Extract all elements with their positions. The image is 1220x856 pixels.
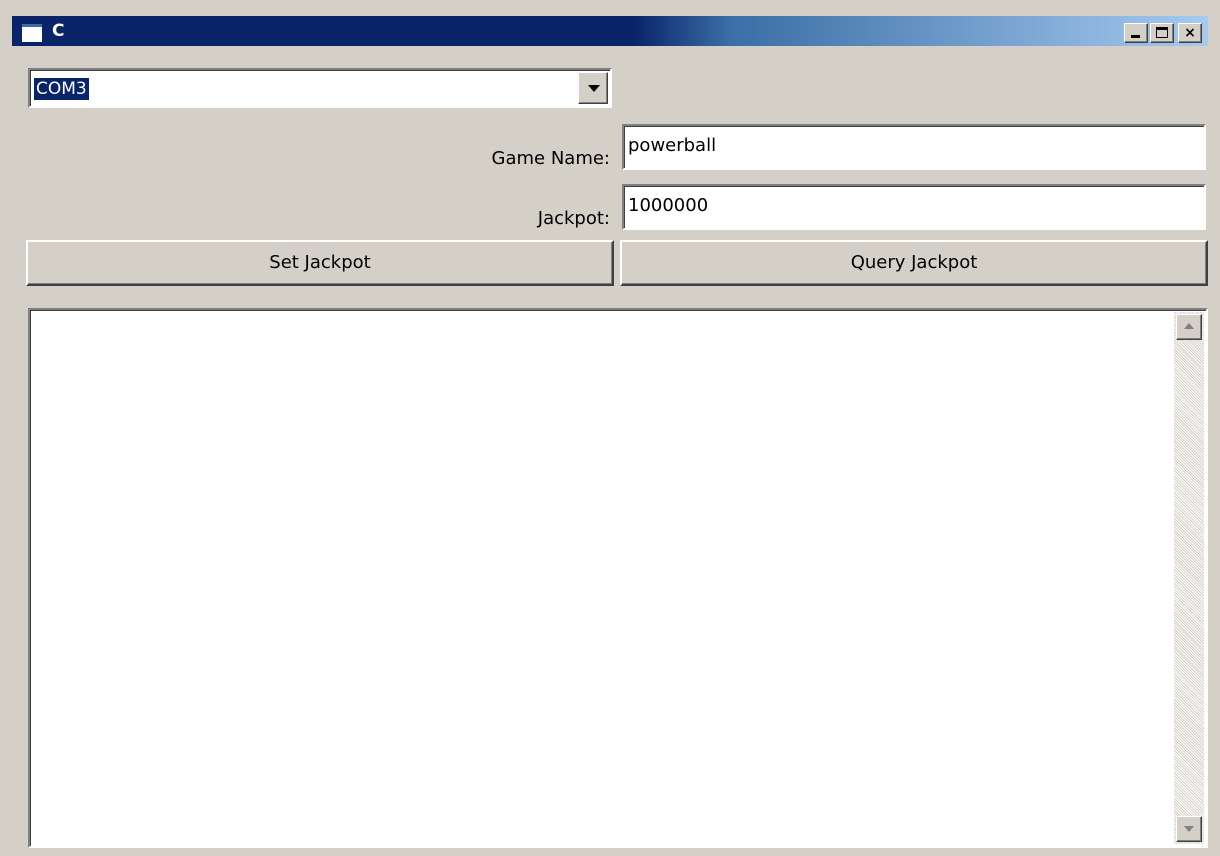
- scroll-up-button[interactable]: [1176, 314, 1202, 340]
- scroll-down-icon: [1184, 826, 1194, 832]
- close-icon: ×: [1184, 25, 1196, 41]
- app-window: C × COM3 Game Name: powerball Jackpot: 1…: [8, 12, 1212, 856]
- jackpot-input[interactable]: 1000000: [622, 184, 1206, 230]
- title-bar[interactable]: C ×: [12, 16, 1208, 46]
- game-name-input[interactable]: powerball: [622, 124, 1206, 170]
- query-jackpot-button[interactable]: Query Jackpot: [620, 240, 1208, 286]
- window-icon[interactable]: [22, 24, 42, 42]
- maximize-button[interactable]: [1150, 23, 1174, 43]
- game-name-label: Game Name:: [491, 148, 610, 169]
- port-select-value: COM3: [34, 78, 89, 100]
- scroll-down-button[interactable]: [1176, 816, 1202, 842]
- minimize-icon: [1131, 35, 1140, 38]
- scroll-up-icon: [1184, 323, 1194, 329]
- maximize-icon: [1156, 27, 1168, 38]
- window-title: C: [52, 21, 65, 41]
- close-button[interactable]: ×: [1178, 23, 1202, 43]
- chevron-down-icon: [588, 85, 600, 92]
- jackpot-label: Jackpot:: [537, 208, 610, 229]
- port-select-dropdown-button[interactable]: [578, 72, 608, 104]
- port-select[interactable]: COM3: [28, 68, 612, 108]
- set-jackpot-button[interactable]: Set Jackpot: [26, 240, 614, 286]
- vertical-scrollbar[interactable]: [1174, 312, 1204, 844]
- output-textarea[interactable]: [28, 308, 1208, 848]
- minimize-button[interactable]: [1124, 23, 1148, 43]
